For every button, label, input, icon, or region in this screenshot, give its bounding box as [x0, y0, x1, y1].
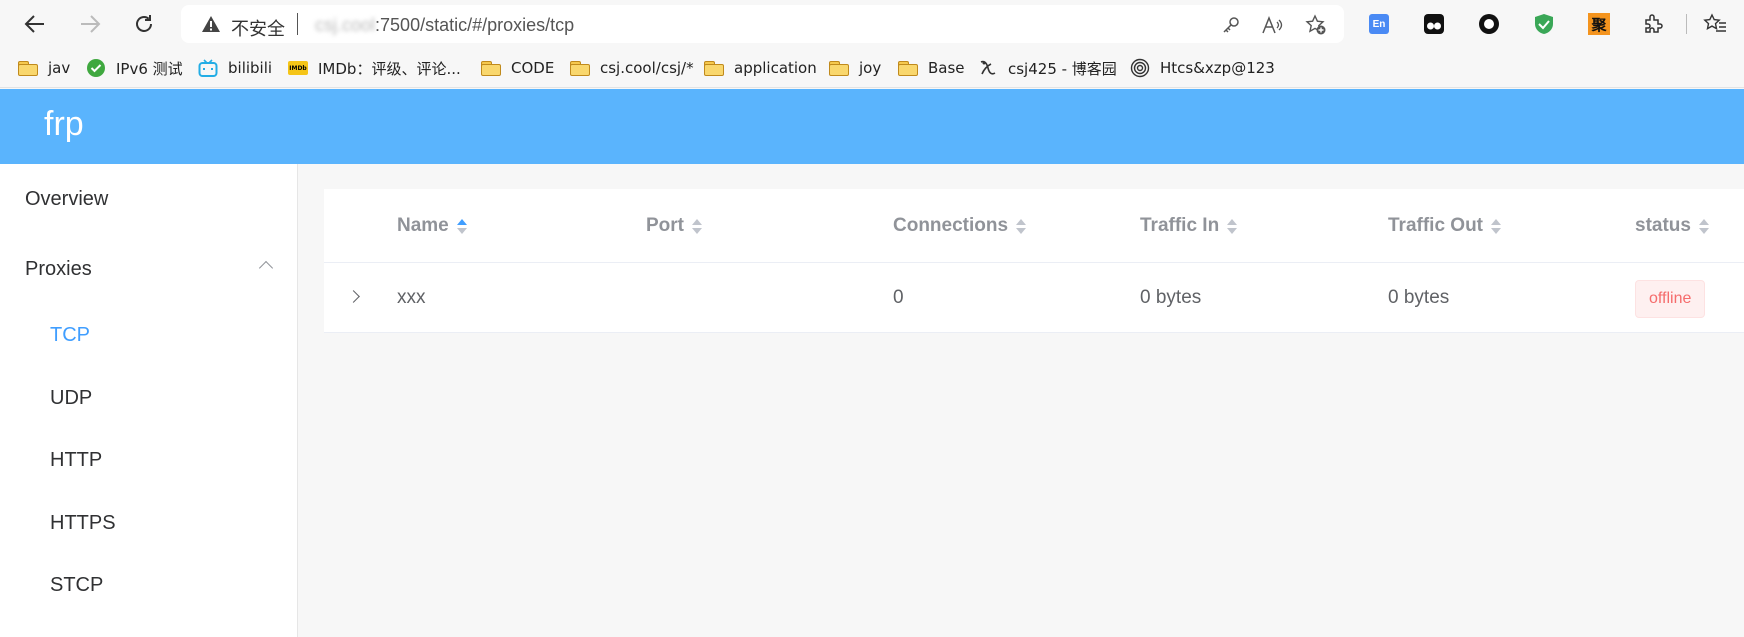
bookmark-htcs[interactable]: Htcs&xzp@123 [1130, 56, 1275, 80]
favorites-icon[interactable] [1702, 11, 1728, 37]
menu-item-http[interactable]: HTTP [0, 432, 297, 488]
security-label[interactable]: 不安全 [231, 15, 285, 41]
menu-item-stcp[interactable]: STCP [0, 557, 297, 613]
bookmark-joy[interactable]: joy [829, 56, 881, 80]
toolbar-divider [1686, 14, 1687, 34]
cell-name: xxx [397, 287, 426, 308]
bookmarks-bar: jav IPv6 测试 bilibili IMDb IMDb：评级、评论... … [0, 48, 1744, 88]
bookmark-cnblogs[interactable]: csj425 - 博客园 [978, 56, 1117, 80]
url-host-obscured: csj.cool [315, 15, 376, 35]
folder-icon [704, 59, 724, 77]
menu-item-overview[interactable]: Overview [0, 171, 297, 227]
column-header-name[interactable]: Name [397, 215, 467, 237]
add-favorite-icon[interactable] [1305, 14, 1327, 36]
sort-icon[interactable] [1491, 218, 1502, 234]
url-text[interactable]: csj.cool:7500/static/#/proxies/tcp [315, 15, 574, 36]
menu-item-label: HTTPS [50, 511, 116, 534]
shield-extension-icon[interactable] [1531, 11, 1557, 37]
url-path: :7500/static/#/proxies/tcp [375, 15, 575, 35]
translate-extension-icon[interactable]: En [1366, 11, 1392, 37]
bookmark-jav[interactable]: jav [18, 56, 70, 80]
bookmark-base[interactable]: Base [898, 56, 965, 80]
table-header: Name Port Connections Traffic In Traffic… [324, 189, 1744, 263]
extensions-icon[interactable] [1641, 11, 1667, 37]
bookmark-label: joy [859, 59, 882, 77]
translate-extension-label: En [1372, 18, 1386, 30]
menu-item-tcp[interactable]: TCP [0, 307, 297, 363]
sort-icon[interactable] [1016, 218, 1027, 234]
expand-chevron-icon[interactable] [347, 290, 360, 303]
sidebar: Overview Proxies TCP UDP HTTP HTTPS STCP [0, 164, 298, 637]
menu-item-proxies[interactable]: Proxies [0, 241, 297, 297]
key-icon[interactable] [1220, 14, 1242, 36]
read-aloud-icon[interactable] [1262, 14, 1284, 36]
app-header: frp [0, 89, 1744, 164]
column-header-connections[interactable]: Connections [893, 215, 1027, 237]
bookmark-label: CODE [511, 59, 555, 77]
menu-item-https[interactable]: HTTPS [0, 495, 297, 551]
ju-extension-label: 聚 [1591, 15, 1607, 34]
column-header-port[interactable]: Port [646, 215, 702, 237]
bookmark-label: csj425 - 博客园 [1008, 59, 1117, 78]
tampermonkey-extension-icon[interactable] [1421, 11, 1447, 37]
bookmark-label: csj.cool/csj/* [600, 59, 694, 77]
app-title[interactable]: frp [44, 105, 84, 144]
cell-traffic-out: 0 bytes [1388, 287, 1450, 308]
check-circle-icon [86, 59, 106, 77]
back-icon[interactable] [19, 8, 51, 40]
bilibili-icon [198, 59, 218, 77]
circle-extension-icon[interactable] [1476, 11, 1502, 37]
folder-icon [18, 59, 38, 77]
sort-icon[interactable] [1227, 218, 1238, 234]
menu-item-label: UDP [50, 386, 93, 409]
ju-extension-icon[interactable]: 聚 [1586, 11, 1612, 37]
cell-traffic-in: 0 bytes [1140, 287, 1202, 308]
menu-item-label: Proxies [25, 257, 92, 280]
menu-item-udp[interactable]: UDP [0, 370, 297, 426]
bookmark-label: jav [48, 59, 71, 77]
folder-icon [570, 59, 590, 77]
cell-connections: 0 [893, 287, 904, 308]
column-header-traffic-out[interactable]: Traffic Out [1388, 215, 1502, 237]
menu-item-label: STCP [50, 573, 104, 596]
chevron-up-icon [258, 260, 274, 276]
menu-item-label: TCP [50, 323, 90, 346]
bookmark-csj-cool[interactable]: csj.cool/csj/* [570, 56, 694, 80]
warning-icon[interactable] [201, 15, 221, 38]
forward-icon[interactable] [74, 8, 106, 40]
bookmark-label: bilibili [228, 59, 273, 77]
bookmark-label: Htcs&xzp@123 [1160, 59, 1275, 77]
browser-toolbar: 不安全 csj.cool:7500/static/#/proxies/tcp E… [0, 0, 1744, 48]
address-separator [297, 13, 298, 35]
column-header-status[interactable]: status [1635, 215, 1709, 237]
menu-item-label: HTTP [50, 448, 103, 471]
bookmark-ipv6-test[interactable]: IPv6 测试 [86, 56, 183, 80]
imdb-icon: IMDb [288, 59, 308, 77]
sort-icon[interactable] [1698, 218, 1709, 234]
bookmark-application[interactable]: application [704, 56, 817, 80]
address-bar[interactable]: 不安全 csj.cool:7500/static/#/proxies/tcp [181, 5, 1344, 43]
folder-icon [898, 59, 918, 77]
folder-icon [481, 59, 501, 77]
bookmark-label: IMDb：评级、评论... [318, 59, 461, 78]
sort-icon[interactable] [456, 218, 467, 234]
bookmark-label: IPv6 测试 [116, 59, 183, 78]
menu-item-label: Overview [25, 187, 109, 210]
bookmark-label: Base [928, 59, 965, 77]
folder-icon [829, 59, 849, 77]
bookmark-bilibili[interactable]: bilibili [198, 56, 272, 80]
bookmark-imdb[interactable]: IMDb IMDb：评级、评论... [288, 56, 461, 80]
status-badge: offline [1635, 280, 1706, 318]
column-header-traffic-in[interactable]: Traffic In [1140, 215, 1238, 237]
table-row[interactable]: xxx 0 0 bytes 0 bytes offline [324, 263, 1744, 333]
spiral-icon [1130, 58, 1150, 78]
cnblogs-icon [978, 59, 998, 77]
proxies-table: Name Port Connections Traffic In Traffic… [324, 189, 1744, 333]
refresh-icon[interactable] [128, 8, 160, 40]
bookmark-code[interactable]: CODE [481, 56, 554, 80]
bookmark-label: application [734, 59, 817, 77]
sort-icon[interactable] [692, 218, 702, 234]
